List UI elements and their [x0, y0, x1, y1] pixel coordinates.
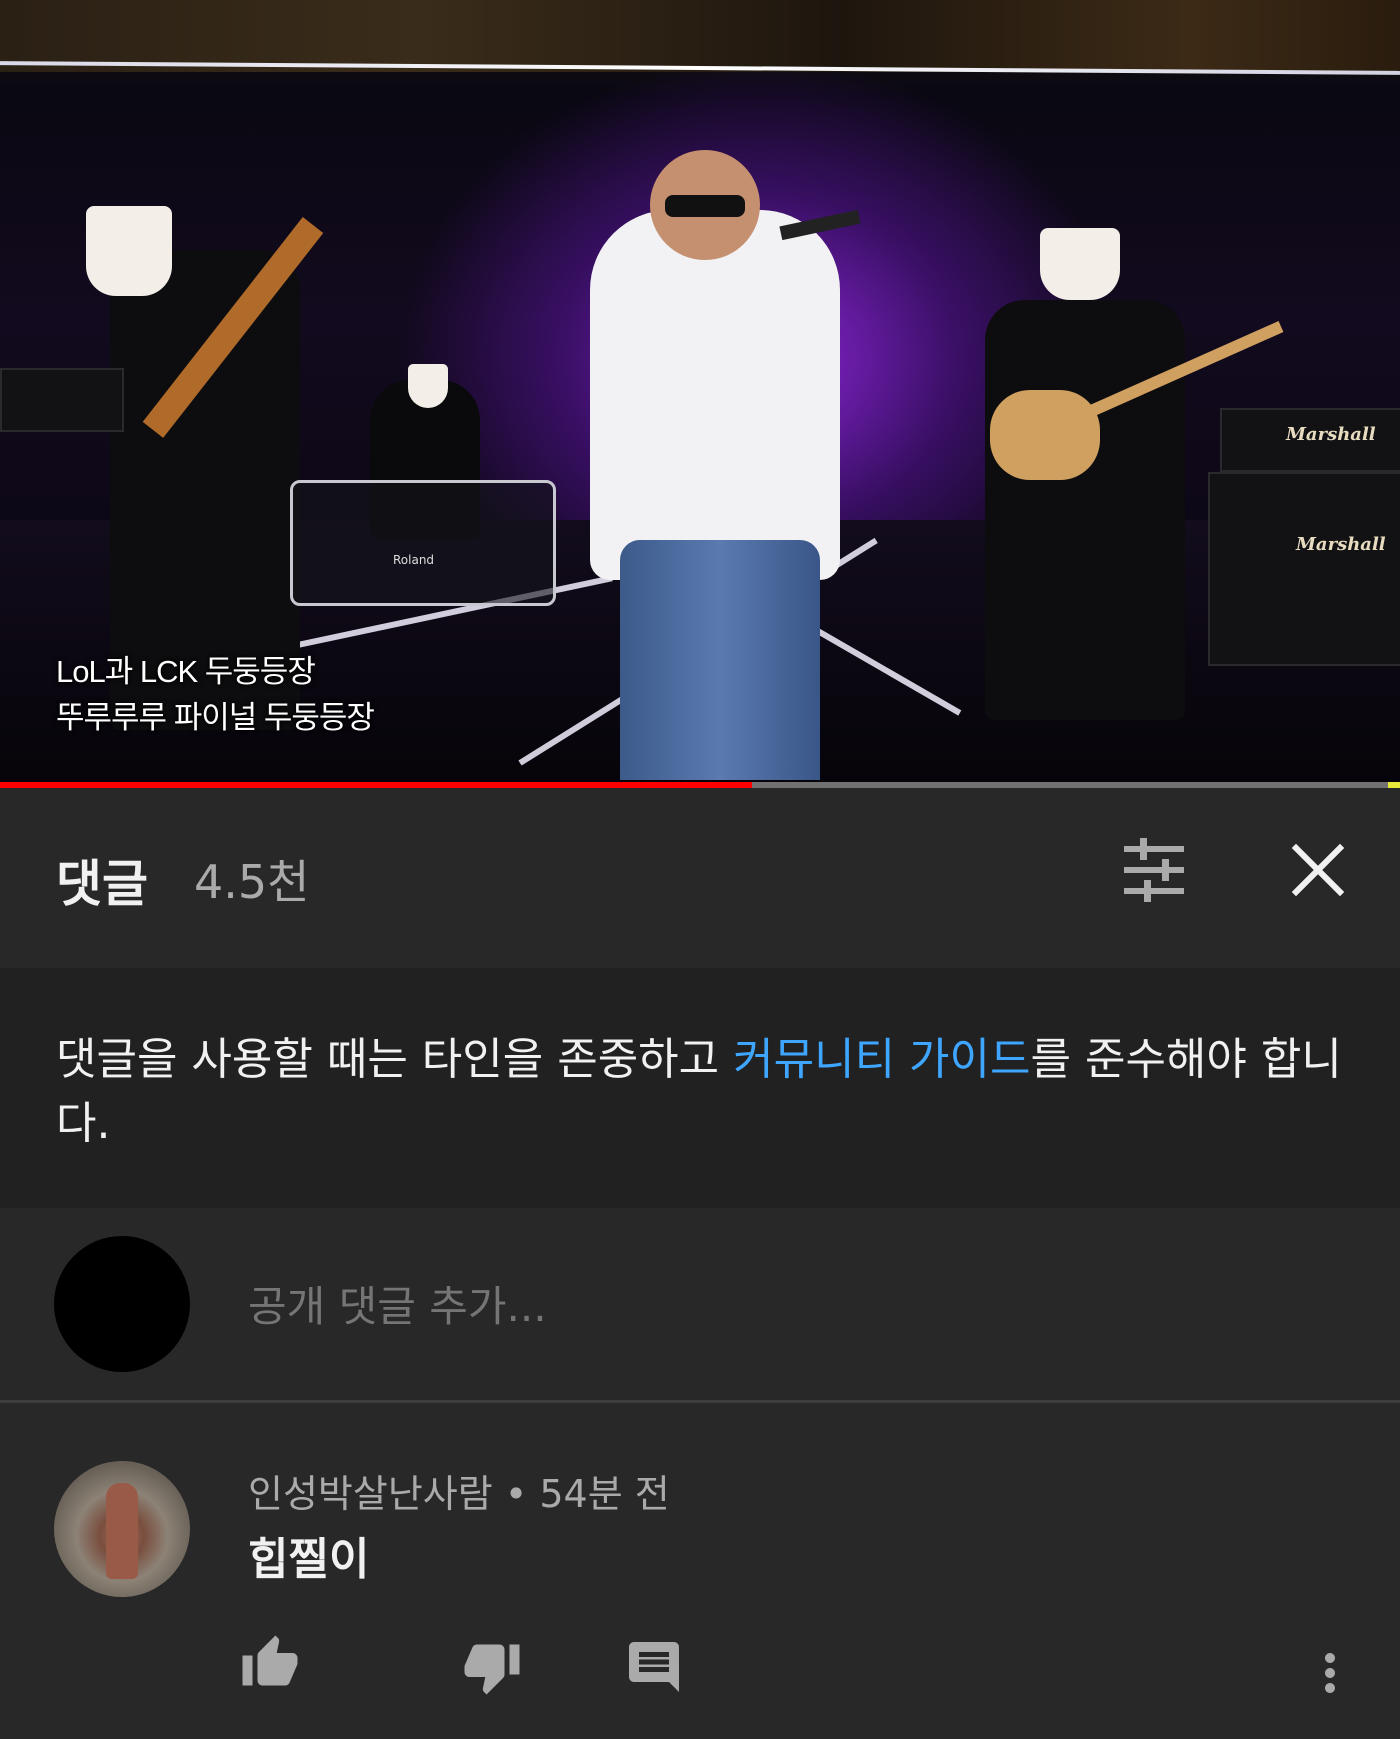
comments-count: 4.5천 — [194, 855, 310, 909]
amp-cabinet: Marshall — [1208, 472, 1400, 666]
drum-brand: Roland — [393, 553, 435, 567]
amp-cabinet-logo: Marshall — [1296, 534, 1386, 555]
rack-unit — [0, 368, 124, 432]
video-player[interactable]: Roland Marshall Marshall LoL과 LCK 두둥등장 뚜… — [0, 0, 1400, 788]
video-caption-line1: LoL과 LCK 두둥등장 — [56, 654, 316, 689]
amp-head: Marshall — [1220, 408, 1400, 472]
comment-author-avatar[interactable] — [54, 1461, 190, 1597]
like-button[interactable] — [240, 1633, 316, 1709]
add-comment-input[interactable] — [248, 1274, 1248, 1338]
avatar-figure — [106, 1483, 138, 1579]
comments-header: 댓글 4.5천 — [0, 788, 1400, 968]
dislike-button[interactable] — [462, 1637, 538, 1713]
microphone — [779, 209, 861, 241]
reply-button[interactable] — [624, 1637, 700, 1713]
close-comments-button[interactable] — [1282, 834, 1354, 906]
singer-jeans — [620, 540, 820, 780]
community-guidelines-link[interactable]: 커뮤니티 가이드 — [733, 1034, 1030, 1085]
reply-icon — [629, 1642, 679, 1692]
guideline-text-before: 댓글을 사용할 때는 타인을 존중하고 — [56, 1034, 734, 1085]
bassist-mask — [86, 206, 172, 296]
sort-filter-icon — [1124, 838, 1184, 902]
sort-comments-button[interactable] — [1118, 834, 1190, 906]
drummer-mask — [408, 364, 448, 408]
current-user-avatar — [54, 1236, 190, 1372]
singer-sunglasses — [665, 195, 745, 217]
video-caption-line2: 뚜루루루 파이널 두둥등장 — [56, 700, 375, 735]
guitarist-mask — [1040, 228, 1120, 300]
like-icon — [242, 1635, 298, 1686]
singer-hoodie — [590, 210, 840, 580]
dislike-icon — [464, 1644, 520, 1695]
comment-text: 힙찔이 — [248, 1534, 370, 1585]
add-comment-row — [0, 1208, 1400, 1400]
guitarist-figure — [985, 300, 1185, 720]
comment-meta-separator: • — [504, 1472, 528, 1516]
amp-head-logo: Marshall — [1286, 424, 1376, 445]
comment-author[interactable]: 인성박살난사람 — [248, 1472, 493, 1516]
comment-meta: 인성박살난사람 • 54분 전 — [248, 1463, 670, 1518]
comment-time[interactable]: 54분 전 — [539, 1472, 669, 1516]
drum-kit: Roland — [290, 480, 556, 606]
close-icon — [1291, 843, 1345, 897]
comment-item: 인성박살난사람 • 54분 전 힙찔이 — [0, 1403, 1400, 1739]
more-vert-icon — [1325, 1653, 1335, 1693]
video-ceiling — [0, 0, 1400, 72]
electric-guitar-body — [990, 390, 1100, 480]
more-options-button[interactable] — [1300, 1643, 1376, 1719]
community-guideline-notice: 댓글을 사용할 때는 타인을 존중하고 커뮤니티 가이드를 준수해야 합니다. — [0, 968, 1400, 1208]
guideline-text: 댓글을 사용할 때는 타인을 존중하고 커뮤니티 가이드를 준수해야 합니다. — [56, 1028, 1346, 1156]
comments-title: 댓글 — [56, 855, 148, 913]
